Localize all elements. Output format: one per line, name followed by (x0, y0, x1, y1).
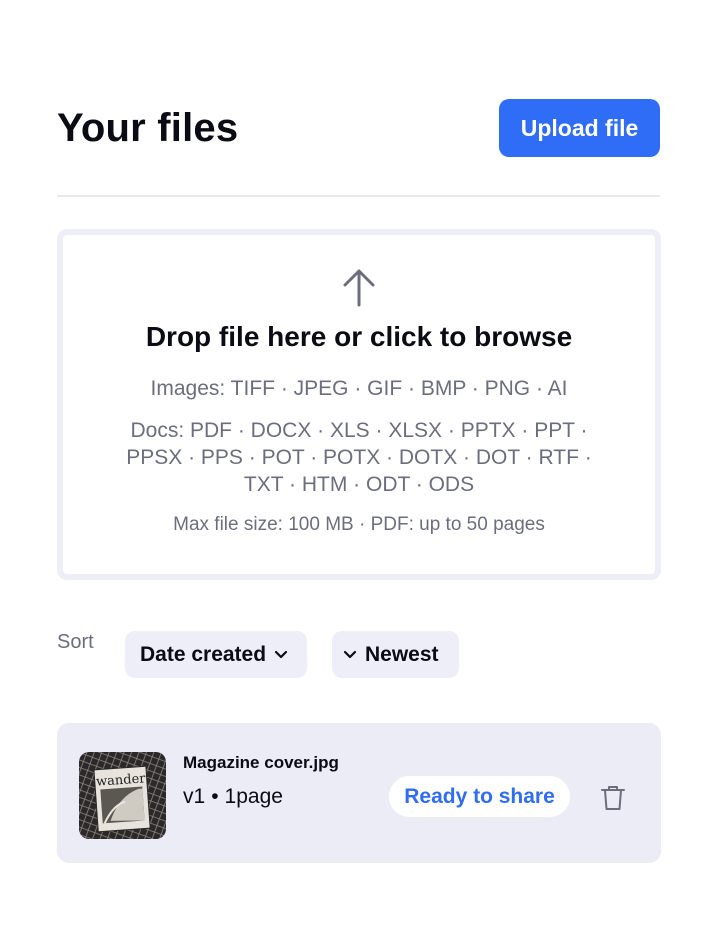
page-title: Your files (57, 105, 239, 150)
file-thumbnail[interactable]: wander (79, 752, 166, 839)
file-name: Magazine cover.jpg (183, 753, 339, 772)
chevron-down-icon (274, 650, 288, 658)
file-meta: v1 • 1page (183, 785, 283, 809)
delete-file-button[interactable] (597, 782, 629, 814)
image-formats-text: Images: TIFF · JPEG · GIF · BMP · PNG · … (150, 377, 568, 400)
dropzone-title: Drop file here or click to browse (145, 321, 573, 352)
page-header: Your files Upload file (57, 99, 660, 157)
sort-label: Sort (57, 631, 94, 653)
upload-file-button[interactable]: Upload file (499, 99, 660, 157)
meta-separator: • (211, 785, 219, 808)
file-limits-text: Max file size: 100 MB · PDF: up to 50 pa… (173, 514, 545, 535)
doc-formats-text: Docs: PDF · DOCX · XLS · XLSX · PPTX · P… (126, 419, 592, 496)
files-page: Your files Upload file Drop file here or… (0, 0, 718, 925)
magazine-cover-image: wander (79, 752, 166, 839)
trash-icon (601, 786, 625, 810)
status-badge[interactable]: Ready to share (389, 776, 570, 817)
sort-order-select[interactable]: Newest (332, 631, 459, 678)
file-dropzone[interactable]: Drop file here or click to browse Images… (57, 229, 661, 580)
file-pages: 1page (224, 785, 283, 808)
file-card[interactable]: wander Magazine cover.jpg v1 • 1page Rea… (57, 723, 661, 863)
chevron-down-icon (343, 650, 357, 658)
header-divider (57, 195, 660, 197)
sort-field-select[interactable]: Date created (125, 631, 307, 678)
sort-field-value: Date created (140, 642, 267, 666)
arrow-up-icon (343, 269, 375, 307)
file-version: v1 (183, 785, 206, 808)
sort-order-value: Newest (365, 642, 439, 666)
